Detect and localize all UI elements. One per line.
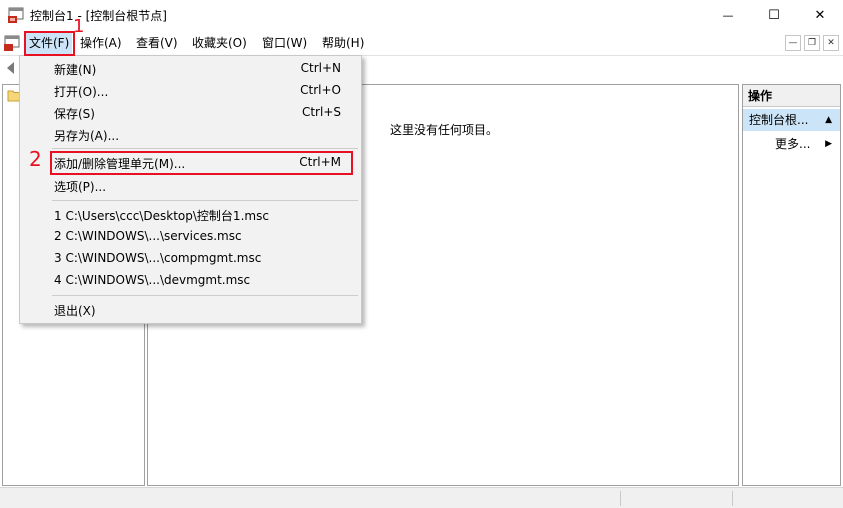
menu-bar: 文件(F) 操作(A) 查看(V) 收藏夹(O) 窗口(W) 帮助(H) — ❐… [0, 32, 843, 54]
menu-window[interactable]: 窗口(W) [259, 32, 310, 54]
recent-file-1[interactable]: 1 C:\Users\ccc\Desktop\控制台1.msc [54, 207, 269, 224]
menu-item-save[interactable]: 保存(S) [54, 105, 95, 122]
close-icon: ✕ [827, 38, 835, 48]
window-title: 控制台1 - [控制台根节点] [30, 9, 167, 23]
menu-separator [52, 200, 358, 201]
menu-separator [52, 148, 358, 149]
menu-view[interactable]: 查看(V) [133, 32, 181, 54]
collapse-arrow-icon[interactable]: ▲ [825, 109, 832, 131]
annotation-box-add-remove [50, 151, 353, 175]
minimize-button[interactable]: — [705, 0, 751, 31]
actions-group-console-root[interactable]: 控制台根... ▲ [743, 109, 840, 131]
shortcut-new: Ctrl+N [300, 61, 341, 75]
actions-pane: 操作 控制台根... ▲ 更多... ▶ [742, 84, 841, 486]
title-bar[interactable]: 控制台1 - [控制台根节点] — ☐ ✕ [0, 0, 843, 31]
maximize-icon: ☐ [768, 8, 780, 23]
shortcut-save: Ctrl+S [301, 105, 341, 119]
menu-separator [52, 295, 358, 296]
menu-item-exit[interactable]: 退出(X) [54, 302, 96, 319]
empty-message: 这里没有任何项目。 [390, 123, 499, 137]
minimize-icon: — [722, 9, 734, 22]
close-icon: ✕ [814, 8, 826, 23]
maximize-button[interactable]: ☐ [751, 0, 797, 31]
recent-file-2[interactable]: 2 C:\WINDOWS\...\services.msc [54, 229, 242, 243]
close-button[interactable]: ✕ [797, 0, 843, 31]
menu-item-open[interactable]: 打开(O)... [54, 83, 108, 100]
actions-group-label: 控制台根... [749, 113, 809, 127]
status-bar [0, 487, 843, 508]
recent-file-4[interactable]: 4 C:\WINDOWS\...\devmgmt.msc [54, 273, 250, 287]
submenu-arrow-icon: ▶ [825, 139, 832, 149]
actions-more[interactable]: 更多... ▶ [743, 133, 840, 155]
annotation-step-1: 1 [73, 16, 85, 37]
mdi-minimize-button[interactable]: — [785, 35, 801, 51]
minimize-icon: — [788, 38, 798, 48]
status-divider [620, 491, 621, 506]
menu-item-options[interactable]: 选项(P)... [54, 178, 106, 195]
back-arrow-icon[interactable] [4, 60, 20, 76]
mdi-close-button[interactable]: ✕ [823, 35, 839, 51]
annotation-box-file-menu [24, 31, 75, 56]
mdi-restore-button[interactable]: ❐ [804, 35, 820, 51]
menu-item-save-as[interactable]: 另存为(A)... [54, 127, 119, 144]
console-menu-icon[interactable] [4, 35, 20, 51]
status-divider [732, 491, 733, 506]
file-dropdown-menu: 新建(N) Ctrl+N 打开(O)... Ctrl+O 保存(S) Ctrl+… [19, 55, 362, 324]
shortcut-open: Ctrl+O [300, 83, 341, 97]
annotation-step-2: 2 [29, 147, 42, 171]
mmc-console-icon [8, 7, 24, 23]
actions-more-label: 更多... [775, 137, 811, 151]
recent-file-3[interactable]: 3 C:\WINDOWS\...\compmgmt.msc [54, 251, 261, 265]
menu-favorites[interactable]: 收藏夹(O) [189, 32, 250, 54]
restore-icon: ❐ [807, 38, 817, 48]
menu-help[interactable]: 帮助(H) [319, 32, 367, 54]
menu-item-new[interactable]: 新建(N) [54, 61, 96, 78]
actions-header: 操作 [743, 85, 840, 107]
